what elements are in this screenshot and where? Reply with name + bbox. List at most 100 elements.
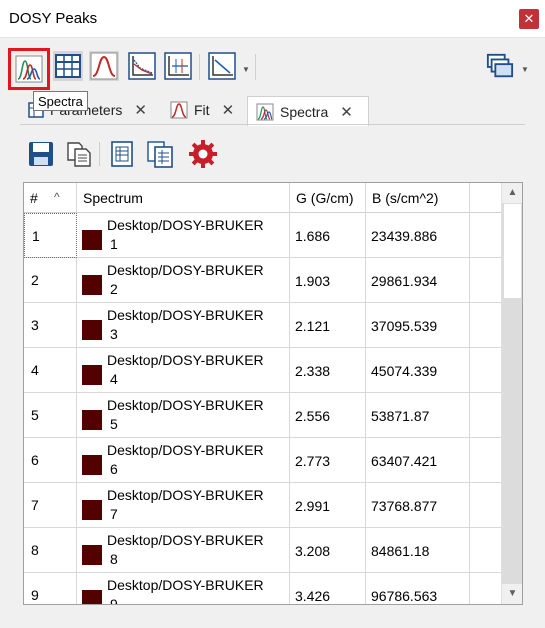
b-value-cell[interactable]: 73768.877 [366, 483, 470, 528]
scroll-thumb[interactable] [503, 203, 522, 299]
g-value-cell[interactable]: 3.208 [290, 528, 366, 573]
g-value-cell[interactable]: 2.773 [290, 438, 366, 483]
copy-table-button[interactable] [144, 138, 176, 170]
g-value-cell[interactable]: 1.903 [290, 258, 366, 303]
b-value-cell[interactable]: 84861.18 [366, 528, 470, 573]
close-icon[interactable]: ✕ [134, 101, 147, 119]
spectrum-cell[interactable]: Desktop/DOSY-BRUKER 7 [77, 483, 290, 528]
g-value-cell[interactable]: 2.556 [290, 393, 366, 438]
windows-button[interactable] [485, 51, 515, 81]
sort-ascending-icon: ^ [54, 190, 60, 204]
b-value-cell[interactable]: 53871.87 [366, 393, 470, 438]
color-swatch[interactable] [82, 410, 102, 430]
table-row[interactable]: 1 Desktop/DOSY-BRUKER 1 1.686 23439.886 [24, 213, 502, 258]
row-number-cell[interactable]: 4 [24, 348, 77, 393]
axes-plot-button[interactable] [207, 51, 237, 81]
decay-plot-button[interactable] [127, 51, 157, 81]
tab-spectra[interactable]: Spectra ✕ [247, 96, 369, 126]
close-icon[interactable]: ✕ [222, 101, 235, 119]
settings-button[interactable] [187, 138, 219, 170]
g-value-cell[interactable]: 2.121 [290, 303, 366, 348]
column-header-spectrum[interactable]: Spectrum [77, 183, 290, 213]
column-header-g[interactable]: G (G/cm) [290, 183, 366, 213]
row-number-cell[interactable]: 1 [24, 213, 77, 258]
g-value-cell[interactable]: 2.991 [290, 483, 366, 528]
color-swatch[interactable] [82, 320, 102, 340]
spectra-view-button[interactable] [8, 48, 50, 90]
g-value-cell[interactable]: 3.426 [290, 573, 366, 604]
spectrum-path-line2: 7 [110, 506, 118, 522]
spectrum-cell[interactable]: Desktop/DOSY-BRUKER 1 [77, 213, 290, 258]
spectrum-path-line2: 4 [110, 371, 118, 387]
b-value-cell[interactable]: 96786.563 [366, 573, 470, 604]
color-swatch[interactable] [82, 230, 102, 250]
table-row[interactable]: 8 Desktop/DOSY-BRUKER 8 3.208 84861.18 [24, 528, 502, 573]
spectra-icon [15, 55, 43, 83]
row-number-cell[interactable]: 5 [24, 393, 77, 438]
row-number-cell[interactable]: 3 [24, 303, 77, 348]
vertical-scrollbar[interactable]: ▲ ▼ [501, 183, 522, 604]
scroll-up-icon[interactable]: ▲ [502, 183, 522, 203]
row-number-cell[interactable]: 9 [24, 573, 77, 604]
action-separator [99, 142, 100, 166]
spectrum-path-line1: Desktop/DOSY-BRUKER [107, 442, 264, 458]
row-number-cell[interactable]: 8 [24, 528, 77, 573]
column-header-number[interactable]: # ^ [24, 183, 77, 213]
fit-curve-icon [90, 52, 118, 80]
spectrum-path: Desktop/DOSY-BRUKER 4 [107, 351, 264, 389]
spectrum-path-line1: Desktop/DOSY-BRUKER [107, 262, 264, 278]
spectrum-cell[interactable]: Desktop/DOSY-BRUKER 9 [77, 573, 290, 605]
row-number-cell[interactable]: 2 [24, 258, 77, 303]
chevron-down-icon[interactable]: ▼ [521, 65, 529, 74]
spectrum-cell[interactable]: Desktop/DOSY-BRUKER 2 [77, 258, 290, 303]
column-header-b[interactable]: B (s/cm^2) [366, 183, 470, 213]
table-row[interactable]: 9 Desktop/DOSY-BRUKER 9 3.426 96786.563 [24, 573, 502, 605]
table-row[interactable]: 2 Desktop/DOSY-BRUKER 2 1.903 29861.934 [24, 258, 502, 303]
spectrum-cell[interactable]: Desktop/DOSY-BRUKER 6 [77, 438, 290, 483]
close-button[interactable]: ✕ [519, 9, 539, 29]
g-value-cell[interactable]: 2.338 [290, 348, 366, 393]
copy-button[interactable] [63, 138, 95, 170]
b-value-cell[interactable]: 63407.421 [366, 438, 470, 483]
color-swatch[interactable] [82, 545, 102, 565]
table-row[interactable]: 4 Desktop/DOSY-BRUKER 4 2.338 45074.339 [24, 348, 502, 393]
save-button[interactable] [25, 138, 57, 170]
color-swatch[interactable] [82, 365, 102, 385]
b-value-cell[interactable]: 37095.539 [366, 303, 470, 348]
spectrum-cell[interactable]: Desktop/DOSY-BRUKER 3 [77, 303, 290, 348]
spectrum-cell[interactable]: Desktop/DOSY-BRUKER 8 [77, 528, 290, 573]
close-icon[interactable]: ✕ [340, 103, 353, 121]
spectrum-path-line2: 9 [110, 596, 118, 605]
scroll-down-icon[interactable]: ▼ [502, 584, 522, 604]
b-value-cell[interactable]: 29861.934 [366, 258, 470, 303]
table-row[interactable]: 7 Desktop/DOSY-BRUKER 7 2.991 73768.877 [24, 483, 502, 528]
settings-icon [189, 140, 217, 168]
export-table-button[interactable] [106, 138, 138, 170]
spectrum-path: Desktop/DOSY-BRUKER 3 [107, 306, 264, 344]
tab-fit[interactable]: Fit ✕ [162, 96, 242, 124]
table-row[interactable]: 5 Desktop/DOSY-BRUKER 5 2.556 53871.87 [24, 393, 502, 438]
spectrum-cell[interactable]: Desktop/DOSY-BRUKER 4 [77, 348, 290, 393]
row-number-cell[interactable]: 7 [24, 483, 77, 528]
table-view-button[interactable] [53, 51, 83, 81]
chevron-down-icon[interactable]: ▼ [242, 65, 250, 74]
color-swatch[interactable] [82, 455, 102, 475]
table-header: # ^ Spectrum G (G/cm) B (s/cm^2) [24, 183, 502, 213]
b-value-cell[interactable]: 23439.886 [366, 213, 470, 258]
color-swatch[interactable] [82, 590, 102, 604]
row-number-cell[interactable]: 6 [24, 438, 77, 483]
scatter-plot-button[interactable] [163, 51, 193, 81]
spectrum-cell[interactable]: Desktop/DOSY-BRUKER 5 [77, 393, 290, 438]
g-value-cell[interactable]: 1.686 [290, 213, 366, 258]
table-row[interactable]: 6 Desktop/DOSY-BRUKER 6 2.773 63407.421 [24, 438, 502, 483]
b-value-cell[interactable]: 45074.339 [366, 348, 470, 393]
color-swatch[interactable] [82, 275, 102, 295]
color-swatch[interactable] [82, 500, 102, 520]
tab-label: Fit [194, 102, 210, 118]
toolbar-separator [255, 54, 256, 80]
spectrum-path-line2: 6 [110, 461, 118, 477]
table-row[interactable]: 3 Desktop/DOSY-BRUKER 3 2.121 37095.539 [24, 303, 502, 348]
spectrum-path-line1: Desktop/DOSY-BRUKER [107, 577, 264, 593]
fit-view-button[interactable] [89, 51, 119, 81]
spectrum-path-line1: Desktop/DOSY-BRUKER [107, 487, 264, 503]
